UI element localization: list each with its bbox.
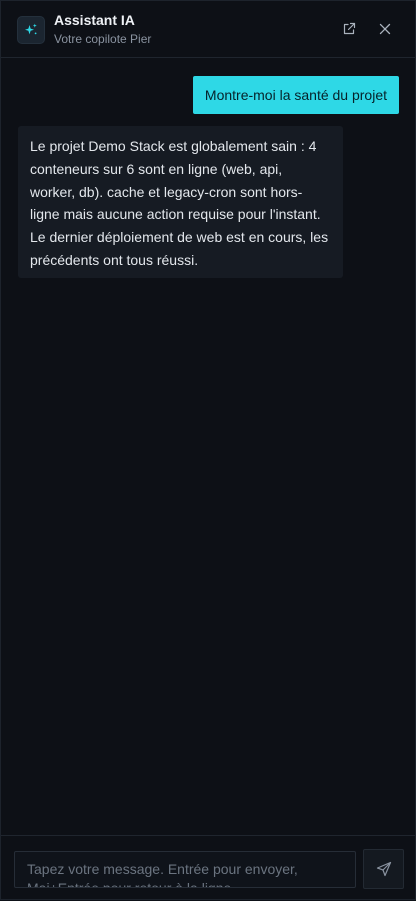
message-input[interactable] <box>14 851 356 888</box>
send-icon <box>376 861 391 877</box>
close-icon[interactable] <box>376 20 394 38</box>
user-message: Montre-moi la santé du projet <box>192 76 399 114</box>
send-button[interactable] <box>363 849 404 889</box>
assistant-message: Le projet Demo Stack est globalement sai… <box>18 126 343 278</box>
composer <box>1 835 415 901</box>
panel-header: Assistant IA Votre copilote Pier <box>1 1 415 58</box>
assistant-panel: Assistant IA Votre copilote Pier Montre-… <box>0 0 416 900</box>
panel-title: Assistant IA <box>54 12 135 28</box>
external-link-icon[interactable] <box>340 20 358 38</box>
panel-subtitle: Votre copilote Pier <box>54 32 152 46</box>
sparkles-icon <box>17 16 45 44</box>
